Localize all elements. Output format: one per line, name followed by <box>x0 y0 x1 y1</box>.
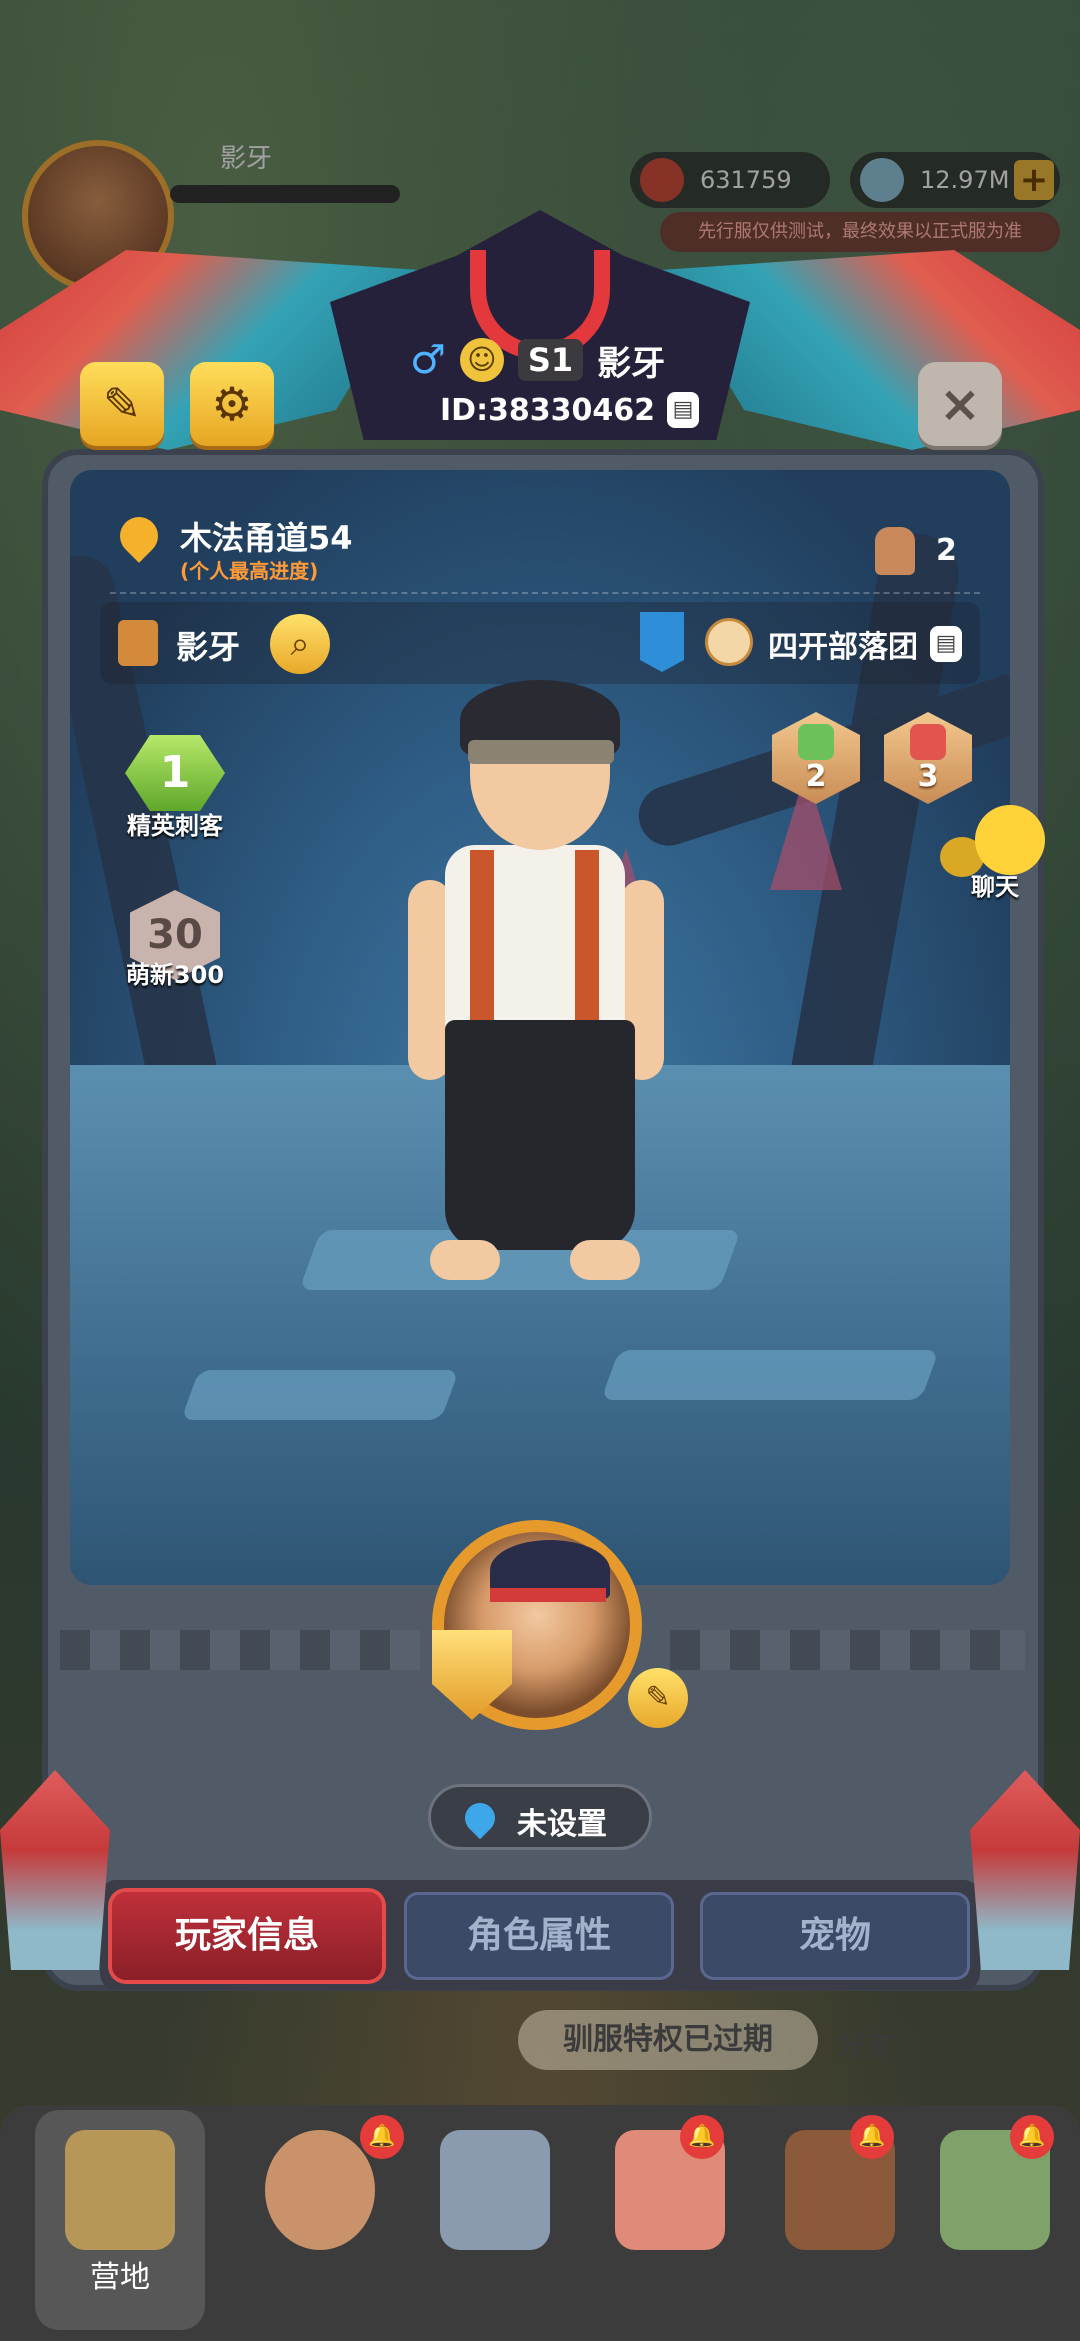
fans-count: 2 <box>936 533 957 568</box>
edit-card-button[interactable]: ✎ <box>80 362 164 446</box>
profile-name: 影牙 <box>597 343 666 384</box>
medal-red-icon <box>910 724 946 760</box>
nav-totem[interactable] <box>910 2110 1080 2330</box>
location-subtitle: (个人最高进度) <box>180 559 319 583</box>
close-button[interactable]: × <box>918 362 1002 446</box>
pets-notification-bell-icon: 🔔 <box>680 2115 724 2159</box>
male-icon: ♂ <box>410 337 446 383</box>
nav-camp[interactable]: 营地 <box>35 2110 205 2330</box>
region-button[interactable]: 未设置 <box>428 1784 652 1850</box>
tribe-icon <box>118 620 158 666</box>
nav-equipment[interactable] <box>410 2110 580 2330</box>
bear-notification-bell-icon: 🔔 <box>850 2115 894 2159</box>
emoji-badge-icon: ☺ <box>459 338 504 382</box>
progress-row: 木法甬道54 (个人最高进度) 2 <box>110 505 980 587</box>
nav-pets[interactable] <box>585 2110 755 2330</box>
tab-player-info[interactable]: 玩家信息 <box>112 1892 382 1980</box>
region-pin-icon <box>458 1796 502 1840</box>
profile-header: ♂ ☺ S1 影牙 <box>410 330 665 390</box>
hero-notification-bell-icon: 🔔 <box>360 2115 404 2159</box>
server-badge: S1 <box>517 339 584 381</box>
settings-gear-icon[interactable]: ⚙ <box>190 362 274 446</box>
rank-label: 精英刺客 <box>127 812 223 840</box>
hero-portrait-icon <box>265 2130 375 2250</box>
copy-id-icon[interactable]: ▤ <box>667 392 700 428</box>
region-label: 未设置 <box>517 1807 607 1842</box>
decor-strip-left <box>60 1630 420 1670</box>
medal-green-icon <box>798 724 834 760</box>
chat-bubble-icon <box>975 805 1045 875</box>
guild-banner-icon <box>640 612 684 672</box>
expired-notice: 驯服特权已过期 <box>518 2010 818 2070</box>
sword-shield-icon <box>440 2130 550 2250</box>
location-pin-icon <box>112 509 166 563</box>
level-label: 萌新300 <box>125 961 225 989</box>
player-id-row: ID:38330462 ▤ <box>440 392 700 428</box>
name-guild-row: 影牙 ⌕ 四开部落团 ▤ <box>100 602 980 684</box>
character-model[interactable] <box>400 680 670 1340</box>
camp-hut-icon <box>65 2130 175 2250</box>
fans-icon <box>875 527 915 575</box>
tab-character-attributes[interactable]: 角色属性 <box>404 1892 674 1980</box>
decor-strip-right <box>670 1630 1025 1670</box>
search-icon[interactable]: ⌕ <box>270 614 330 674</box>
edit-avatar-pencil-icon[interactable]: ✎ <box>628 1668 688 1728</box>
totem-notification-bell-icon: 🔔 <box>1010 2115 1054 2159</box>
player-name: 影牙 <box>176 628 241 666</box>
divider <box>110 592 980 594</box>
tab-pets[interactable]: 宠物 <box>700 1892 970 1980</box>
player-id: ID:38330462 <box>440 392 656 428</box>
guild-name[interactable]: 四开部落团 <box>768 622 918 666</box>
location-name: 木法甬道54 <box>180 519 353 557</box>
chat-button[interactable]: 聊天 <box>940 805 1050 905</box>
copy-guild-icon[interactable]: ▤ <box>930 626 962 662</box>
guild-emblem-icon <box>705 618 753 666</box>
nav-camp-label: 营地 <box>90 2260 150 2295</box>
chat-label: 聊天 <box>971 873 1019 901</box>
nav-bear[interactable] <box>755 2110 925 2330</box>
friends-label: 好友 <box>838 2029 895 2062</box>
